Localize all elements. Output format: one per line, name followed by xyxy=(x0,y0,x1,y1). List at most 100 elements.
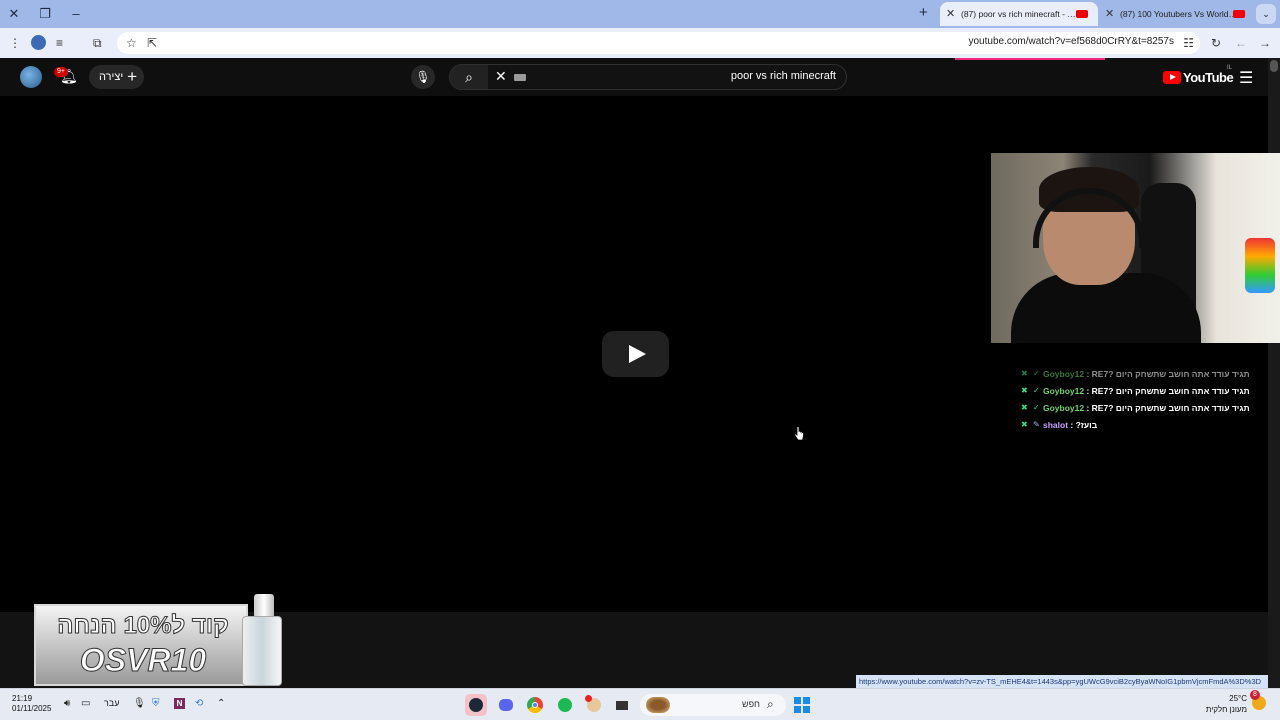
keyboard-icon[interactable] xyxy=(514,74,526,81)
create-button[interactable]: יצירה + xyxy=(89,65,144,89)
search-icon[interactable]: ⌕ xyxy=(450,65,488,89)
menu-dots-icon[interactable]: ⋮ xyxy=(9,35,21,51)
chat-text: ?בועז xyxy=(1075,420,1098,430)
windows-start-icon[interactable] xyxy=(794,697,810,713)
verified-badge-icon: ✓ xyxy=(1033,386,1040,395)
chat-text: RE7? תגיד עודד אתה חושב שתשחק היום xyxy=(1091,369,1250,379)
clear-search-icon[interactable]: ✕ xyxy=(495,68,507,85)
reload-icon[interactable]: ↻ xyxy=(1211,35,1221,51)
perfume-bottle-icon xyxy=(242,616,282,686)
youtube-header: 🔔︎ 9+ יצירה + 🎙︎ ⌕ ✕ poor vs rich minecr… xyxy=(0,58,1280,96)
onenote-icon[interactable]: N xyxy=(174,698,185,709)
chat-text: RE7? תגיד עודד אתה חושב שתשחק היום xyxy=(1091,386,1250,396)
voice-search-mic-icon[interactable]: 🎙︎ xyxy=(411,65,435,89)
promo-line-1: קוד ל10% הנחה xyxy=(57,612,230,640)
media-controls-icon[interactable]: ≡ xyxy=(56,35,63,51)
youtube-favicon-icon xyxy=(1076,10,1088,18)
tab-inactive[interactable]: ✕ (87) 100 Youtubers Vs World's Biggest xyxy=(1099,2,1255,26)
verified-badge-icon: ✓ xyxy=(1033,369,1040,378)
plus-icon: + xyxy=(127,67,137,86)
play-button[interactable] xyxy=(602,331,669,377)
security-shield-icon[interactable]: ⛨ xyxy=(152,698,160,709)
tray-chevron-up-icon[interactable]: ⌃ xyxy=(217,698,225,709)
search-input[interactable]: poor vs rich minecraft xyxy=(731,70,836,82)
taskbar-search[interactable]: חפש ⌕ xyxy=(640,694,786,716)
weather-temp: 25°C xyxy=(1229,694,1247,703)
back-icon[interactable]: → xyxy=(1259,35,1271,51)
perfume-cap xyxy=(254,594,274,618)
volume-icon[interactable]: 🔊︎ xyxy=(64,698,70,709)
mod-badge-icon: ✖ xyxy=(1021,403,1028,412)
chat-username: Goyboy12 xyxy=(1043,369,1085,379)
weather-description: מעונן חלקית xyxy=(1205,705,1247,714)
clock-date: 01/11/2025 xyxy=(12,704,52,713)
new-tab-icon[interactable]: + xyxy=(919,4,928,21)
site-settings-icon[interactable]: ☷ xyxy=(1183,35,1194,51)
wand-badge-icon: ✎ xyxy=(1033,420,1040,429)
promo-card: קוד ל10% הנחה OSVR10 xyxy=(34,604,248,686)
browser-toolbar: ⋮ ≡ ⧉ ☆ ⇱ youtube.com/watch?v=ef568d0CrR… xyxy=(0,28,1280,58)
menu-hamburger-icon[interactable]: ☰ xyxy=(1239,68,1253,88)
steam-icon[interactable] xyxy=(465,694,487,716)
network-icon[interactable]: ▭ xyxy=(81,698,90,709)
notification-count-badge: 9+ xyxy=(54,67,68,77)
system-clock[interactable]: 21:19 01/11/2025 xyxy=(12,694,51,714)
search-icon: ⌕ xyxy=(767,697,774,711)
file-explorer-icon[interactable] xyxy=(611,694,633,716)
avatar[interactable] xyxy=(20,66,42,88)
chat-username: Goyboy12 xyxy=(1043,386,1085,396)
profile-icon[interactable] xyxy=(31,35,46,50)
chat-message: ✖ ✎ shalot : ?בועז xyxy=(1021,420,1098,430)
forward-icon[interactable]: ← xyxy=(1235,35,1247,51)
window-restore-icon[interactable]: ❐ xyxy=(35,4,55,24)
youtube-logo-text: YouTube xyxy=(1183,70,1234,85)
tab-title: (87) poor vs rich minecraft - YouTube xyxy=(961,9,1079,19)
tab-search-chevron-icon[interactable]: ⌄ xyxy=(1256,4,1276,24)
youtube-favicon-icon xyxy=(1233,10,1245,18)
tab-active[interactable]: ✕ (87) poor vs rich minecraft - YouTube xyxy=(940,2,1098,26)
search-box[interactable]: ⌕ ✕ poor vs rich minecraft xyxy=(449,64,847,90)
extensions-icon[interactable]: ⧉ xyxy=(93,35,102,51)
region-code: IL xyxy=(1227,65,1233,71)
sync-icon[interactable]: ⟲ xyxy=(195,698,203,709)
bookmark-star-icon[interactable]: ☆ xyxy=(126,35,137,51)
window-close-icon[interactable]: ✕ xyxy=(4,4,24,24)
window-minimize-icon[interactable]: – xyxy=(66,4,86,24)
streamer-webcam-overlay xyxy=(991,153,1280,343)
weather-widget[interactable]: 25°C מעונן חלקית xyxy=(1202,693,1247,715)
search-highlight-image xyxy=(646,697,670,713)
browser-tab-strip: ✕ ❐ – + ✕ (87) poor vs rich minecraft - … xyxy=(0,0,1280,28)
chrome-icon[interactable] xyxy=(524,694,546,716)
spotify-icon[interactable] xyxy=(554,694,576,716)
chat-username: shalot xyxy=(1043,420,1069,430)
chat-username: Goyboy12 xyxy=(1043,403,1085,413)
scrollbar-thumb[interactable] xyxy=(1270,60,1278,72)
mod-badge-icon: ✖ xyxy=(1021,369,1028,378)
chat-text: RE7? תגיד עודד אתה חושב שתשחק היום xyxy=(1091,403,1250,413)
chrome-profile-icon[interactable] xyxy=(583,694,605,716)
discount-code-overlay: קוד ל10% הנחה OSVR10 xyxy=(34,594,282,686)
taskbar-search-placeholder: חפש xyxy=(742,699,760,709)
link-status-url: https://www.youtube.com/watch?v=zv-TS_mE… xyxy=(856,675,1268,688)
chat-message: ✖ ✓ Goyboy12 : RE7? תגיד עודד אתה חושב ש… xyxy=(1021,403,1250,413)
discord-icon[interactable] xyxy=(495,694,517,716)
url-text: youtube.com/watch?v=ef568d0CrRY&t=8257s xyxy=(968,36,1174,47)
verified-badge-icon: ✓ xyxy=(1033,403,1040,412)
stream-chat-overlay: ✖ ✓ Goyboy12 : RE7? תגיד עודד אתה חושב ש… xyxy=(1000,366,1255,434)
chat-message: ✖ ✓ Goyboy12 : RE7? תגיד עודד אתה חושב ש… xyxy=(1021,386,1250,396)
weather-badge: 8 xyxy=(1250,690,1260,700)
tab-close-icon[interactable]: ✕ xyxy=(946,2,955,26)
youtube-play-logo-icon xyxy=(1163,71,1181,84)
loading-progress-bar xyxy=(955,58,1105,60)
tab-title: (87) 100 Youtubers Vs World's Biggest xyxy=(1120,9,1238,19)
language-indicator[interactable]: עבר xyxy=(104,698,119,708)
share-icon[interactable]: ⇱ xyxy=(147,35,157,51)
mod-badge-icon: ✖ xyxy=(1021,386,1028,395)
address-bar[interactable]: ☆ ⇱ youtube.com/watch?v=ef568d0CrRY&t=82… xyxy=(117,32,1200,54)
tab-close-icon[interactable]: ✕ xyxy=(1105,2,1114,26)
windows-taskbar: 21:19 01/11/2025 🔊︎ ▭ עבר 🎙︎ ⛨ N ⟲ ⌃ חפש… xyxy=(0,688,1280,720)
create-label: יצירה xyxy=(99,71,124,83)
mod-badge-icon: ✖ xyxy=(1021,420,1028,429)
microphone-icon[interactable]: 🎙︎ xyxy=(133,698,146,709)
hand-cursor-icon xyxy=(794,426,804,441)
